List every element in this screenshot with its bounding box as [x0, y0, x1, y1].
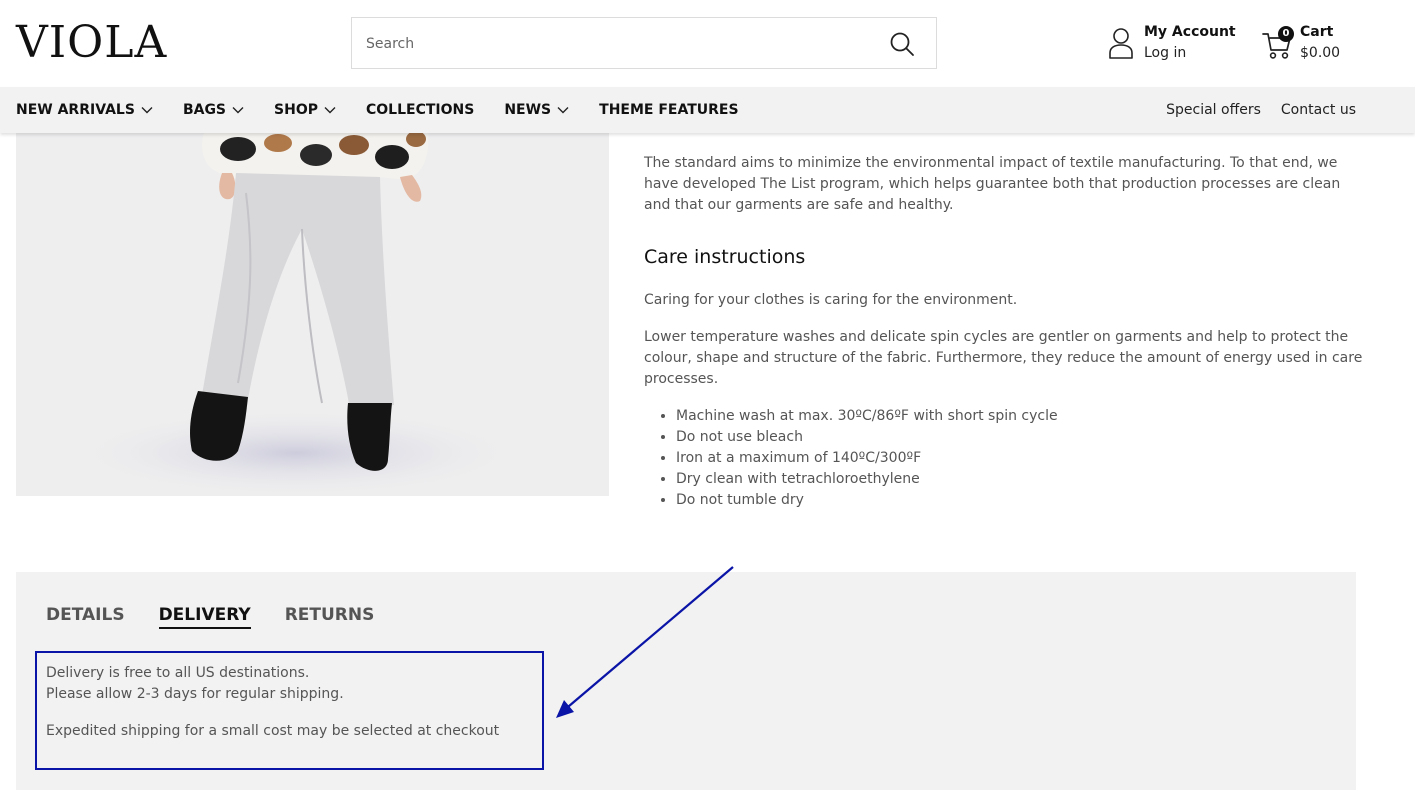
product-photo-illustration: [16, 133, 609, 496]
site-logo[interactable]: VIOLA: [16, 18, 167, 68]
nav-item-collections[interactable]: COLLECTIONS: [366, 102, 474, 118]
tab-delivery[interactable]: DELIVERY: [158, 605, 251, 629]
nav-item-bags[interactable]: BAGS: [183, 102, 244, 118]
nav-item-label: BAGS: [182, 102, 227, 118]
cart-title: Cart: [1300, 24, 1334, 40]
user-icon: [1109, 28, 1133, 59]
nav-item-theme-features[interactable]: THEME FEATURES: [599, 102, 738, 118]
nav-item-news[interactable]: NEWS: [504, 102, 569, 118]
care-list: Machine wash at max. 30ºC/86ºF with shor…: [644, 406, 1364, 511]
tab-details[interactable]: DETAILS: [46, 605, 125, 629]
list-item: Machine wash at max. 30ºC/86ºF with shor…: [676, 406, 1364, 427]
account-title: My Account: [1144, 24, 1236, 40]
main-nav: NEW ARRIVALS BAGS SHOP COLLECTIONS NEWS …: [0, 87, 1415, 133]
account-link[interactable]: My Account Log in: [1108, 24, 1248, 66]
chevron-down-icon: [557, 107, 569, 114]
list-item: Dry clean with tetrachloroethylene: [676, 469, 1364, 490]
nav-item-label: NEWS: [504, 102, 552, 118]
care-detail-paragraph: Lower temperature washes and delicate sp…: [644, 329, 1363, 387]
list-item: Iron at a maximum of 140ºC/300ºF: [676, 448, 1364, 469]
nav-item-shop[interactable]: SHOP: [274, 102, 336, 118]
annotation-highlight-box: [35, 651, 544, 770]
search-input[interactable]: [366, 32, 866, 56]
cart-total: $0.00: [1300, 45, 1341, 61]
nav-item-label: SHOP: [274, 102, 318, 118]
site-header: VIOLA My Account Log in 0 Cart $0.00: [0, 0, 1415, 87]
chevron-down-icon: [141, 107, 153, 114]
annotation-arrow-icon: [556, 566, 734, 718]
chevron-down-icon: [324, 107, 336, 114]
special-offers-link[interactable]: Special offers: [1166, 102, 1261, 118]
nav-item-label: NEW ARRIVALS: [16, 102, 135, 118]
search-icon[interactable]: [888, 30, 916, 58]
nav-item-label: THEME FEATURES: [599, 102, 739, 118]
cart-count-badge: 0: [1278, 26, 1294, 42]
product-image: [16, 133, 609, 496]
nav-item-label: COLLECTIONS: [366, 102, 475, 118]
list-item: Do not tumble dry: [676, 490, 1364, 511]
list-item: Do not use bleach: [676, 427, 1364, 448]
nav-item-new-arrivals[interactable]: NEW ARRIVALS: [16, 102, 153, 118]
chevron-down-icon: [232, 107, 244, 114]
search-box: [351, 17, 937, 69]
login-link[interactable]: Log in: [1144, 45, 1186, 61]
tab-bar: DETAILS DELIVERY RETURNS: [46, 605, 408, 629]
care-intro-paragraph: Caring for your clothes is caring for th…: [644, 292, 1018, 308]
tab-returns[interactable]: RETURNS: [285, 605, 375, 629]
care-instructions-heading: Care instructions: [644, 246, 806, 268]
cart-link[interactable]: 0 Cart $0.00: [1262, 24, 1362, 66]
contact-us-link[interactable]: Contact us: [1281, 102, 1356, 118]
description-paragraph: The standard aims to minimize the enviro…: [644, 155, 1341, 213]
